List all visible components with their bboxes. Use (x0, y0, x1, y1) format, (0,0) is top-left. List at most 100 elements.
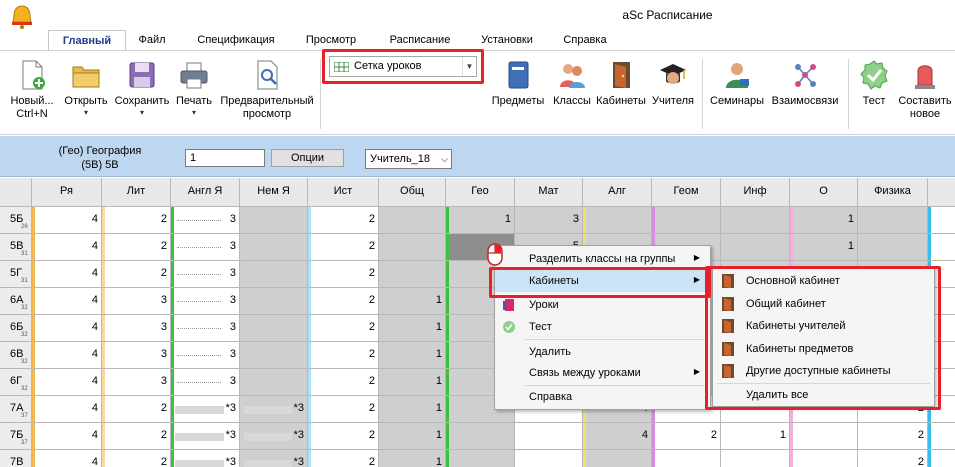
relations-button[interactable]: Взаимосвязи (768, 51, 842, 131)
grid-cell[interactable] (446, 450, 515, 467)
grid-cell[interactable] (721, 207, 790, 234)
grid-cell[interactable]: 4 (32, 450, 102, 467)
chevron-down-icon[interactable]: ⌵ (441, 150, 448, 168)
menu-item-help[interactable]: Справка (495, 386, 710, 408)
tab-specification[interactable]: Спецификация (186, 30, 286, 51)
grid-cell[interactable]: 2 (102, 234, 171, 261)
grid-cell[interactable]: 2 (308, 396, 379, 423)
grid-cell[interactable]: *3 (171, 423, 240, 450)
column-header[interactable]: Англ Я (171, 178, 240, 207)
grid-cell[interactable]: 1 (446, 207, 515, 234)
grid-cell[interactable]: 2 (652, 423, 721, 450)
grid-cell[interactable] (928, 450, 955, 467)
teachers-button[interactable]: Учителя (648, 51, 698, 131)
grid-cell[interactable]: 1 (379, 315, 446, 342)
column-header[interactable]: Алг (583, 178, 652, 207)
grid-cell[interactable]: 4 (32, 315, 102, 342)
grid-cell[interactable] (790, 450, 858, 467)
grid-cell[interactable]: 2 (102, 261, 171, 288)
grid-cell[interactable]: 4 (32, 288, 102, 315)
grid-cell[interactable]: 4 (32, 207, 102, 234)
grid-cell[interactable]: 2 (308, 207, 379, 234)
chevron-down-icon[interactable]: ▼ (462, 57, 476, 76)
column-header[interactable]: Ря (32, 178, 102, 207)
teacher-select[interactable]: Учитель_18 ⌵ (365, 149, 452, 169)
save-dropdown-icon[interactable]: ▾ (112, 108, 172, 118)
grid-cell[interactable]: 1 (721, 423, 790, 450)
grid-cell[interactable] (240, 342, 308, 369)
menu-item-test[interactable]: Тест (495, 316, 710, 338)
grid-cell[interactable]: 1 (379, 423, 446, 450)
lesson-count-input[interactable]: 1 (185, 149, 265, 167)
grid-cell[interactable] (858, 234, 928, 261)
row-header[interactable]: 7А 37 (0, 396, 32, 423)
tab-main[interactable]: Главный (48, 30, 126, 51)
grid-cell[interactable] (240, 207, 308, 234)
row-header[interactable]: 6А 32 (0, 288, 32, 315)
grid-cell[interactable] (240, 315, 308, 342)
column-header[interactable]: Ист (308, 178, 379, 207)
preview-button[interactable]: Предварительный просмотр (216, 51, 318, 131)
menu-item-delete[interactable]: Удалить (495, 341, 710, 363)
grid-cell[interactable]: 3 (102, 315, 171, 342)
tab-timetable[interactable]: Расписание (380, 30, 460, 51)
column-header[interactable]: Инф (721, 178, 790, 207)
grid-cell[interactable] (790, 423, 858, 450)
grid-cell[interactable]: 3 (171, 207, 240, 234)
grid-cell[interactable]: 1 (790, 234, 858, 261)
grid-cell[interactable] (379, 234, 446, 261)
grid-cell[interactable] (652, 450, 721, 467)
grid-cell[interactable]: 1 (379, 369, 446, 396)
grid-cell[interactable] (515, 450, 583, 467)
column-header[interactable]: Гео (446, 178, 515, 207)
grid-cell[interactable]: 1 (790, 207, 858, 234)
create-new-button[interactable]: Составить новое (896, 51, 954, 131)
column-header[interactable]: Общ (379, 178, 446, 207)
grid-cell[interactable]: 2 (308, 450, 379, 467)
row-header[interactable]: 6Б 32 (0, 315, 32, 342)
row-header[interactable]: 7В37 (0, 450, 32, 467)
test-button[interactable]: Тест (852, 51, 896, 131)
column-header[interactable]: Мат (515, 178, 583, 207)
view-select[interactable]: Сетка уроков ▼ (329, 56, 477, 77)
grid-cell[interactable]: 4 (32, 234, 102, 261)
grid-cell[interactable]: *3 (240, 423, 308, 450)
grid-cell[interactable]: 2 (102, 450, 171, 467)
save-button[interactable]: Сохранить ▾ (112, 51, 172, 131)
column-header[interactable] (928, 178, 955, 207)
grid-cell[interactable]: 2 (102, 423, 171, 450)
grid-cell[interactable] (379, 207, 446, 234)
grid-cell[interactable]: 1 (379, 450, 446, 467)
grid-cell[interactable] (515, 423, 583, 450)
grid-cell[interactable]: 2 (102, 396, 171, 423)
grid-cell[interactable]: 3 (515, 207, 583, 234)
menu-item-lesson-link[interactable]: Связь между уроками ▶ (495, 362, 710, 384)
subjects-button[interactable]: Предметы (486, 51, 550, 131)
row-header[interactable]: 5В 31 (0, 234, 32, 261)
grid-cell[interactable]: 3 (102, 342, 171, 369)
grid-cell[interactable] (928, 423, 955, 450)
grid-cell[interactable]: 2 (858, 450, 928, 467)
grid-cell[interactable] (721, 234, 790, 261)
grid-cell[interactable]: 2 (308, 369, 379, 396)
grid-cell[interactable] (446, 423, 515, 450)
tab-help[interactable]: Справка (554, 30, 616, 51)
grid-cell[interactable]: 2 (308, 423, 379, 450)
grid-cell[interactable] (928, 234, 955, 261)
row-header[interactable]: 5Б 26 (0, 207, 32, 234)
print-dropdown-icon[interactable]: ▾ (172, 108, 216, 118)
grid-cell[interactable]: *3 (240, 450, 308, 467)
grid-cell[interactable]: 3 (171, 315, 240, 342)
grid-cell[interactable] (240, 261, 308, 288)
grid-cell[interactable] (240, 369, 308, 396)
grid-cell[interactable]: 4 (32, 423, 102, 450)
grid-cell[interactable]: 1 (379, 288, 446, 315)
open-button[interactable]: Открыть ▾ (60, 51, 112, 131)
grid-cell[interactable]: 3 (102, 288, 171, 315)
row-header[interactable]: 5Г 31 (0, 261, 32, 288)
grid-cell[interactable]: 2 (308, 234, 379, 261)
open-dropdown-icon[interactable]: ▾ (60, 108, 112, 118)
grid-cell[interactable]: *3 (171, 396, 240, 423)
grid-cell[interactable]: 3 (171, 342, 240, 369)
grid-cell[interactable]: 3 (171, 261, 240, 288)
